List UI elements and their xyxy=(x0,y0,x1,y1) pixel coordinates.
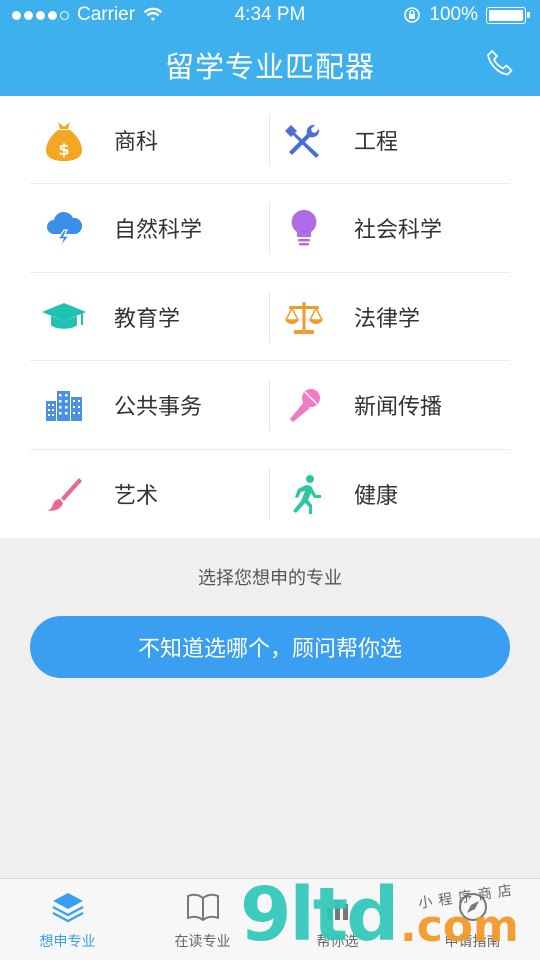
tab-bar: 想申专业 在读专业 帮你选 申请指南 xyxy=(0,878,540,960)
major-grid: $ 商科 工程 自然科学 社会科学 教育学 法律学 公共事务 新闻传播 艺术 健… xyxy=(0,96,540,538)
major-social-science[interactable]: 社会科学 xyxy=(270,184,510,272)
major-label: 新闻传播 xyxy=(354,395,443,421)
tab-help-choose[interactable]: 帮你选 xyxy=(270,879,405,960)
tab-target-major[interactable]: 想申专业 xyxy=(0,879,135,960)
compass-icon xyxy=(455,889,491,925)
major-engineering[interactable]: 工程 xyxy=(270,96,510,184)
major-label: 艺术 xyxy=(114,483,159,509)
major-business[interactable]: $ 商科 xyxy=(30,96,270,184)
book-icon xyxy=(185,889,221,925)
header: Carrier 4:34 PM 100% 留学专业匹配器 xyxy=(0,0,540,96)
major-row: 教育学 法律学 xyxy=(0,273,540,362)
major-label: 教育学 xyxy=(114,306,181,332)
major-journalism[interactable]: 新闻传播 xyxy=(270,361,510,449)
tab-label: 帮你选 xyxy=(316,934,359,950)
major-row: 艺术 健康 xyxy=(0,450,540,538)
major-art[interactable]: 艺术 xyxy=(30,450,270,538)
cloud-lightning-icon xyxy=(34,198,94,258)
major-label: 工程 xyxy=(354,130,399,155)
scales-icon xyxy=(274,287,334,347)
tab-label: 在读专业 xyxy=(174,934,231,950)
tools-icon xyxy=(274,110,334,170)
lightbulb-icon xyxy=(274,198,334,258)
major-law[interactable]: 法律学 xyxy=(270,273,510,361)
svg-text:$: $ xyxy=(58,140,69,159)
major-label: 公共事务 xyxy=(114,395,203,421)
battery-icon xyxy=(486,6,530,24)
microphone-icon xyxy=(274,375,334,435)
major-row: 自然科学 社会科学 xyxy=(0,184,540,273)
tab-label: 想申专业 xyxy=(39,934,96,950)
battery-percent: 100% xyxy=(429,4,478,25)
page-title: 留学专业匹配器 xyxy=(164,50,375,84)
tab-current-major[interactable]: 在读专业 xyxy=(135,879,270,960)
orientation-lock-icon xyxy=(404,7,421,23)
money-bag-icon: $ xyxy=(34,110,94,170)
major-education[interactable]: 教育学 xyxy=(30,273,270,361)
major-label: 法律学 xyxy=(354,306,421,332)
phone-icon[interactable] xyxy=(486,48,514,78)
buildings-icon xyxy=(34,375,94,435)
layers-icon xyxy=(50,889,86,925)
tab-application-guide[interactable]: 申请指南 xyxy=(405,879,540,960)
runner-icon xyxy=(274,464,334,524)
paintbrush-icon xyxy=(34,464,94,524)
major-health[interactable]: 健康 xyxy=(270,450,510,538)
major-natural-science[interactable]: 自然科学 xyxy=(30,184,270,272)
major-row: 公共事务 新闻传播 xyxy=(0,361,540,450)
graduation-cap-icon xyxy=(34,287,94,347)
tab-label: 申请指南 xyxy=(444,934,501,950)
major-label: 社会科学 xyxy=(354,218,443,244)
hint-text: 选择您想申的专业 xyxy=(198,568,342,589)
major-public-affairs[interactable]: 公共事务 xyxy=(30,361,270,449)
major-label: 自然科学 xyxy=(114,218,203,244)
major-row: $ 商科 工程 xyxy=(0,96,540,185)
status-bar: Carrier 4:34 PM 100% xyxy=(0,0,540,30)
advisor-help-button[interactable]: 不知道选哪个，顾问帮你选 xyxy=(30,616,510,678)
major-label: 健康 xyxy=(354,483,399,509)
chart-icon xyxy=(320,889,356,925)
major-label: 商科 xyxy=(114,130,159,155)
